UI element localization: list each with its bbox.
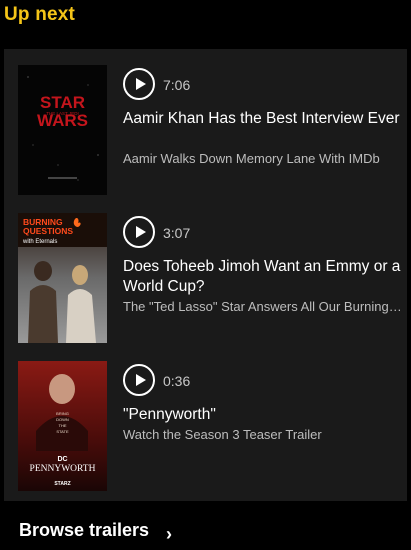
poster-brand: DC [57, 456, 67, 463]
poster-title-top: STAR [40, 93, 85, 112]
video-duration: 0:36 [163, 373, 191, 389]
poster-line-1: BRING [56, 411, 69, 416]
poster-name: PENNYWORTH [30, 464, 96, 474]
section-heading: Up next [4, 4, 76, 25]
video-duration: 3:07 [163, 225, 191, 241]
up-next-widget: Up next STAR WARS THE LAST JEDI 7:06 Aam… [0, 0, 411, 550]
video-title[interactable]: Does Toheeb Jimoh Want an Emmy or a Worl… [123, 257, 403, 297]
video-subtitle: Aamir Walks Down Memory Lane With IMDb [123, 151, 380, 166]
pennyworth-poster: BRING DOWN THE STATE DC PENNYWORTH STARZ [18, 361, 107, 491]
video-duration: 7:06 [163, 77, 191, 93]
browse-trailers-link[interactable]: Browse trailers [19, 520, 149, 541]
video-item[interactable]: BRING DOWN THE STATE DC PENNYWORTH STARZ… [18, 361, 403, 491]
chevron-right-icon[interactable]: › [166, 524, 172, 545]
poster-line-2: QUESTIONS [23, 226, 73, 236]
poster-line-4: STATE [56, 429, 69, 434]
video-item[interactable]: BURNING QUESTIONS with Eternals 3:07 Doe… [18, 213, 403, 343]
play-icon[interactable] [123, 364, 155, 396]
video-subtitle: The "Ted Lasso" Star Answers All Our Bur… [123, 299, 403, 314]
up-next-list: STAR WARS THE LAST JEDI 7:06 Aamir Khan … [4, 49, 407, 501]
poster-tagline: THE LAST JEDI [46, 111, 78, 116]
video-thumbnail[interactable]: BRING DOWN THE STATE DC PENNYWORTH STARZ [18, 361, 107, 491]
star-wars-poster: STAR WARS THE LAST JEDI [18, 65, 107, 195]
poster-line-2: DOWN [56, 417, 69, 422]
poster-line-3: THE [59, 423, 67, 428]
video-thumbnail[interactable]: BURNING QUESTIONS with Eternals [18, 213, 107, 343]
video-subtitle: Watch the Season 3 Teaser Trailer [123, 427, 322, 442]
play-icon[interactable] [123, 68, 155, 100]
video-thumbnail[interactable]: STAR WARS THE LAST JEDI [18, 65, 107, 195]
video-item[interactable]: STAR WARS THE LAST JEDI 7:06 Aamir Khan … [18, 65, 403, 195]
play-icon[interactable] [123, 216, 155, 248]
poster-line-3: with Eternals [22, 239, 57, 245]
video-title[interactable]: "Pennyworth" [123, 405, 403, 425]
poster-network: STARZ [54, 481, 70, 487]
video-title[interactable]: Aamir Khan Has the Best Interview Ever [123, 109, 403, 129]
burning-questions-poster: BURNING QUESTIONS with Eternals [18, 213, 107, 343]
